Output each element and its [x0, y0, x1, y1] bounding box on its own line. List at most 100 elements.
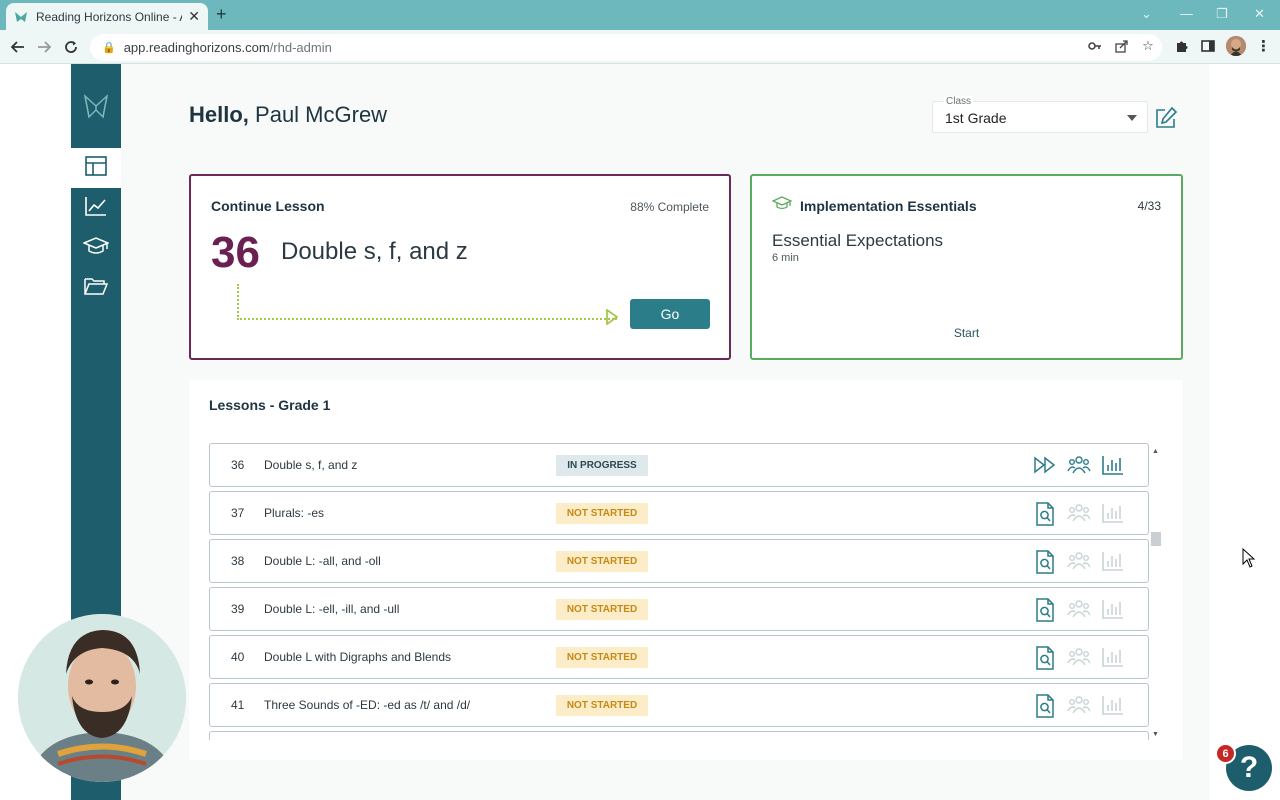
students-group-icon[interactable]	[1067, 454, 1091, 481]
webcam-overlay	[18, 614, 186, 782]
list-item[interactable]	[209, 731, 1149, 740]
list-item[interactable]: 41 Three Sounds of -ED: -ed as /t/ and /…	[209, 683, 1149, 727]
students-group-icon	[1067, 646, 1091, 673]
reading-horizons-logo-icon[interactable]	[71, 64, 121, 148]
forward-icon[interactable]	[34, 37, 54, 57]
bar-chart-icon	[1101, 598, 1125, 625]
lesson-name[interactable]: Plurals: -es	[264, 506, 324, 520]
line-chart-icon	[85, 196, 107, 221]
reload-icon[interactable]	[61, 37, 81, 57]
scroll-down-icon[interactable]: ▼	[1152, 731, 1159, 738]
lesson-number: 40	[231, 650, 245, 664]
sidebar-item-dashboard[interactable]	[71, 148, 121, 188]
lessons-list: 36 Double s, f, and z IN PROGRESS 37 Plu…	[209, 443, 1149, 740]
implementation-essentials-card: Implementation Essentials 4/33 Essential…	[750, 174, 1183, 360]
page-title: Hello, Paul McGrew	[189, 102, 387, 128]
lesson-number: 41	[231, 698, 245, 712]
new-tab-icon[interactable]: +	[216, 4, 227, 25]
key-icon[interactable]	[1086, 37, 1104, 55]
close-tab-icon[interactable]: ✕	[188, 8, 200, 25]
url-host: app.readinghorizons.com	[123, 40, 270, 55]
class-dropdown-label: Class	[944, 96, 974, 107]
bar-chart-icon	[1101, 550, 1125, 577]
browser-tab-strip: Reading Horizons Online - Admi ✕ + ⌄ — ❐…	[0, 0, 1280, 30]
lesson-number: 37	[231, 506, 245, 520]
back-icon[interactable]	[8, 37, 28, 57]
lock-icon[interactable]: 🔒	[102, 41, 116, 54]
status-badge: NOT STARTED	[556, 551, 648, 572]
bar-chart-icon	[1101, 502, 1125, 529]
graduation-cap-icon	[771, 196, 793, 217]
extensions-puzzle-icon[interactable]	[1173, 37, 1191, 55]
implementation-subtitle: Essential Expectations	[772, 231, 944, 250]
profile-avatar[interactable]	[1226, 36, 1246, 56]
status-badge: NOT STARTED	[556, 695, 648, 716]
fast-forward-icon[interactable]	[1033, 454, 1057, 481]
sidebar-item-reports[interactable]	[71, 188, 121, 228]
user-name: Paul McGrew	[255, 102, 388, 127]
edit-class-icon[interactable]	[1154, 106, 1178, 130]
lesson-progress-percent: 88% Complete	[630, 200, 709, 214]
students-group-icon	[1067, 694, 1091, 721]
status-badge: IN PROGRESS	[556, 455, 648, 476]
lesson-name[interactable]: Double L with Digraphs and Blends	[264, 650, 451, 664]
lesson-number: 39	[231, 602, 245, 616]
current-lesson-number: 36	[211, 228, 260, 277]
preview-document-icon[interactable]	[1033, 646, 1057, 675]
site-favicon-icon	[14, 10, 28, 24]
page-margin	[1209, 64, 1280, 800]
minimize-icon[interactable]: —	[1180, 6, 1193, 21]
lessons-panel: Lessons - Grade 1 36 Double s, f, and z …	[189, 380, 1183, 760]
browser-tab[interactable]: Reading Horizons Online - Admi ✕	[6, 3, 208, 30]
lesson-progress-path	[237, 284, 617, 320]
window-close-icon[interactable]: ✕	[1254, 6, 1265, 22]
status-badge: NOT STARTED	[556, 599, 648, 620]
lessons-scrollbar[interactable]: ▲ ▼	[1151, 448, 1161, 738]
tab-title: Reading Horizons Online - Admi	[36, 9, 182, 24]
mouse-cursor-icon	[1242, 547, 1256, 573]
lesson-number: 38	[231, 554, 245, 568]
status-badge: NOT STARTED	[556, 503, 648, 524]
continue-lesson-title: Continue Lesson	[211, 198, 325, 214]
list-item[interactable]: 36 Double s, f, and z IN PROGRESS	[209, 443, 1149, 487]
implementation-title: Implementation Essentials	[800, 198, 977, 214]
bar-chart-icon[interactable]	[1101, 454, 1125, 481]
folder-open-icon	[84, 276, 109, 301]
bookmark-star-icon[interactable]: ☆	[1139, 37, 1157, 55]
class-dropdown-value: 1st Grade	[945, 110, 1007, 126]
scrollbar-thumb[interactable]	[1151, 532, 1161, 546]
preview-document-icon[interactable]	[1033, 550, 1057, 579]
start-link[interactable]: Start	[752, 326, 1181, 340]
lesson-number: 36	[231, 458, 245, 472]
students-group-icon	[1067, 598, 1091, 625]
greeting-hello: Hello,	[189, 102, 249, 127]
bar-chart-icon	[1101, 694, 1125, 721]
lessons-title: Lessons - Grade 1	[209, 397, 331, 413]
lesson-name[interactable]: Double s, f, and z	[264, 458, 357, 472]
scroll-up-icon[interactable]: ▲	[1152, 448, 1159, 455]
list-item[interactable]: 37 Plurals: -es NOT STARTED	[209, 491, 1149, 535]
share-icon[interactable]	[1113, 37, 1131, 55]
tab-search-icon[interactable]: ⌄	[1141, 6, 1152, 22]
preview-document-icon[interactable]	[1033, 598, 1057, 627]
class-dropdown[interactable]: Class 1st Grade	[932, 96, 1148, 133]
restore-icon[interactable]: ❐	[1216, 6, 1228, 22]
status-badge: NOT STARTED	[556, 647, 648, 668]
side-panel-icon[interactable]	[1199, 37, 1217, 55]
list-item[interactable]: 38 Double L: -all, and -oll NOT STARTED	[209, 539, 1149, 583]
preview-document-icon[interactable]	[1033, 502, 1057, 531]
students-group-icon	[1067, 550, 1091, 577]
path-arrow-icon	[606, 308, 619, 330]
lesson-name[interactable]: Double L: -ell, -ill, and -ull	[264, 602, 399, 616]
list-item[interactable]: 39 Double L: -ell, -ill, and -ull NOT ST…	[209, 587, 1149, 631]
go-button[interactable]: Go	[630, 299, 710, 329]
lesson-name[interactable]: Three Sounds of -ED: -ed as /t/ and /d/	[264, 698, 470, 712]
url-path: /rhd-admin	[269, 40, 332, 55]
preview-document-icon[interactable]	[1033, 694, 1057, 723]
lesson-name[interactable]: Double L: -all, and -oll	[264, 554, 381, 568]
sidebar-item-training[interactable]	[71, 228, 121, 268]
list-item[interactable]: 40 Double L with Digraphs and Blends NOT…	[209, 635, 1149, 679]
sidebar-item-resources[interactable]	[71, 268, 121, 308]
browser-menu-icon[interactable]: ⋮	[1256, 37, 1271, 55]
address-bar[interactable]: 🔒 app.readinghorizons.com/rhd-admin	[90, 34, 1162, 61]
